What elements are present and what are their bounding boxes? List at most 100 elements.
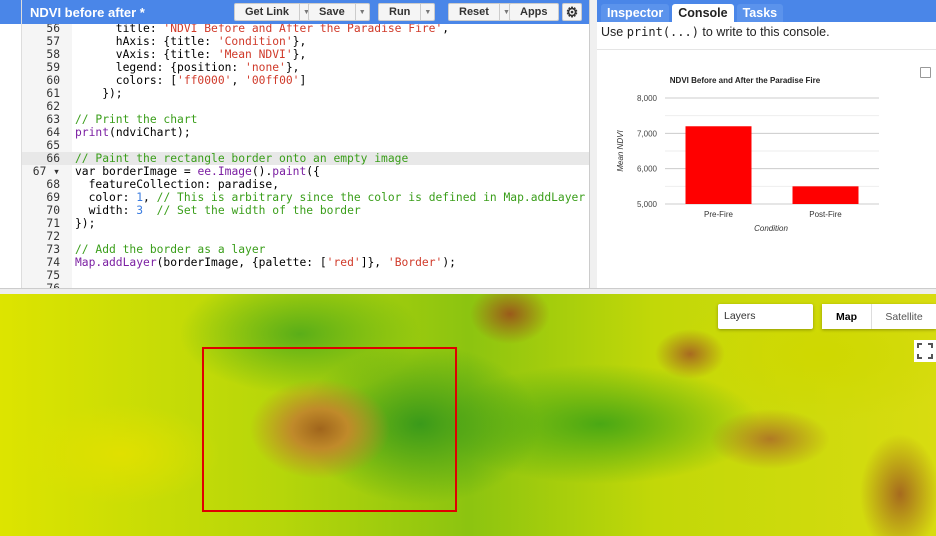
code-token: 'Border' <box>387 256 443 269</box>
code-token: ]}, <box>360 256 388 269</box>
y-tick-label: 6,000 <box>637 165 658 174</box>
hint-code: print(...) <box>626 25 699 39</box>
code-line[interactable]: 58 vAxis: {title: 'Mean NDVI'}, <box>22 48 589 61</box>
x-tick-label: Pre-Fire <box>704 210 733 219</box>
code-line[interactable]: 68 featureCollection: paradise, <box>22 178 589 191</box>
code-token: // This is arbitrary since the color is … <box>156 191 586 204</box>
map-type-map[interactable]: Map <box>822 304 872 329</box>
x-tick-label: Post-Fire <box>809 210 842 219</box>
code-line[interactable]: 70 width: 3 // Set the width of the bord… <box>22 204 589 217</box>
code-token: 1 <box>136 191 144 204</box>
code-token: }); <box>75 87 123 100</box>
y-tick-label: 7,000 <box>637 129 658 138</box>
line-number: 73 <box>46 243 60 256</box>
vertical-splitter[interactable] <box>590 0 597 290</box>
code-area[interactable]: 56 title: 'NDVI Before and After the Par… <box>22 24 589 290</box>
chevron-down-icon[interactable]: ▼ <box>420 4 434 20</box>
tab-tasks[interactable]: Tasks <box>736 4 784 22</box>
apps-label: Apps <box>520 6 548 18</box>
code-token: 'Condition' <box>217 35 293 48</box>
code-token: colors: [ <box>75 74 178 87</box>
tab-inspector[interactable]: Inspector <box>601 4 670 22</box>
code-line[interactable]: 75 <box>22 269 589 282</box>
reset-label: Reset <box>459 6 489 18</box>
code-line[interactable]: 64 print(ndviChart); <box>22 126 589 139</box>
code-token: vAxis: {title: <box>75 48 218 61</box>
chart-title: NDVI Before and After the Paradise Fire <box>670 76 821 85</box>
code-token: color: <box>75 191 137 204</box>
bar-post-fire <box>792 186 859 204</box>
code-line[interactable]: 60 colors: ['ff0000', '00ff00'] <box>22 74 589 87</box>
code-line[interactable]: 61 }); <box>22 87 589 100</box>
map-view[interactable]: Layers Map Satellite <box>0 294 936 536</box>
code-line[interactable]: 65 <box>22 139 589 152</box>
code-token: legend: {position: <box>75 61 246 74</box>
line-number: 56 <box>46 24 60 35</box>
line-number: 75 <box>46 269 60 282</box>
code-text: // Paint the rectangle border onto an em… <box>75 152 408 165</box>
code-text: hAxis: {title: 'Condition'}, <box>75 35 306 48</box>
code-token: }, <box>292 35 307 48</box>
map-type-satellite[interactable]: Satellite <box>872 304 936 329</box>
code-text: print(ndviChart); <box>75 126 191 139</box>
fullscreen-icon[interactable] <box>914 340 936 362</box>
save-button[interactable]: Save ▼ <box>308 3 370 21</box>
line-number: 61 <box>46 87 60 100</box>
map-type-toggle: Map Satellite <box>822 304 936 329</box>
paradise-border-rectangle <box>202 347 457 512</box>
code-line[interactable]: 73 // Add the border as a layer <box>22 243 589 256</box>
popout-icon[interactable] <box>920 67 931 78</box>
code-text: var borderImage = ee.Image().paint({ <box>75 165 320 178</box>
reset-button[interactable]: Reset ▼ <box>448 3 514 21</box>
code-line[interactable]: 71}); <box>22 217 589 230</box>
code-token: featureCollection: paradise, <box>75 178 280 191</box>
line-number: 57 <box>46 35 60 48</box>
get-link-button[interactable]: Get Link ▼ <box>234 3 315 21</box>
code-line[interactable]: 67 ▾ var borderImage = ee.Image().paint({ <box>22 165 589 178</box>
code-token: }, <box>292 48 307 61</box>
save-label: Save <box>319 6 345 18</box>
y-tick-label: 5,000 <box>637 200 658 209</box>
y-tick-label: 8,000 <box>637 94 658 103</box>
apps-button[interactable]: Apps <box>509 3 559 21</box>
code-token: 'ff0000' <box>177 74 232 87</box>
code-token: ({ <box>306 165 320 178</box>
code-token: print <box>75 126 110 139</box>
code-line[interactable]: 62 <box>22 100 589 113</box>
code-token: '00ff00' <box>245 74 300 87</box>
code-line[interactable]: 56 title: 'NDVI Before and After the Par… <box>22 24 589 35</box>
code-token: 'NDVI Before and After the Paradise Fire… <box>163 24 443 35</box>
code-line[interactable]: 72 <box>22 230 589 243</box>
code-token: ] <box>299 74 307 87</box>
code-line[interactable]: 69 color: 1, // This is arbitrary since … <box>22 191 589 204</box>
code-line[interactable]: 66 // Paint the rectangle border onto an … <box>22 152 589 165</box>
layers-button[interactable]: Layers <box>718 304 813 329</box>
code-line[interactable]: 57 hAxis: {title: 'Condition'}, <box>22 35 589 48</box>
code-line[interactable]: 74 Map.addLayer(borderImage, {palette: ['… <box>22 256 589 269</box>
ndvi-bar-chart: NDVI Before and After the Paradise Fire 5… <box>616 76 879 233</box>
code-line[interactable]: 63 // Print the chart <box>22 113 589 126</box>
line-number: 58 <box>46 48 60 61</box>
code-token: 3 <box>136 204 144 217</box>
gear-icon[interactable]: ⚙ <box>562 3 582 21</box>
code-token: title: <box>75 24 164 35</box>
code-text: // Print the chart <box>75 113 197 126</box>
code-token: paint <box>272 165 307 178</box>
left-panel-edge <box>0 0 22 290</box>
run-button[interactable]: Run ▼ <box>378 3 436 21</box>
line-number: 66 <box>46 152 60 165</box>
chevron-down-icon[interactable]: ▼ <box>354 4 369 20</box>
code-editor[interactable]: NDVI before after * Get Link ▼ Save ▼ Run ▼… <box>22 0 590 290</box>
code-text: // Add the border as a layer <box>75 243 265 256</box>
code-token: (ndviChart); <box>109 126 191 139</box>
code-token: , <box>231 74 246 87</box>
line-number: 70 <box>46 204 60 217</box>
line-number: 59 <box>46 61 60 74</box>
line-number: 67 ▾ <box>32 165 60 178</box>
code-text: }); <box>75 87 123 100</box>
tab-console[interactable]: Console <box>672 4 734 22</box>
code-token: 'none' <box>245 61 286 74</box>
hint-pre: Use <box>601 25 627 39</box>
code-line[interactable]: 59 legend: {position: 'none'}, <box>22 61 589 74</box>
code-token: , <box>143 191 157 204</box>
